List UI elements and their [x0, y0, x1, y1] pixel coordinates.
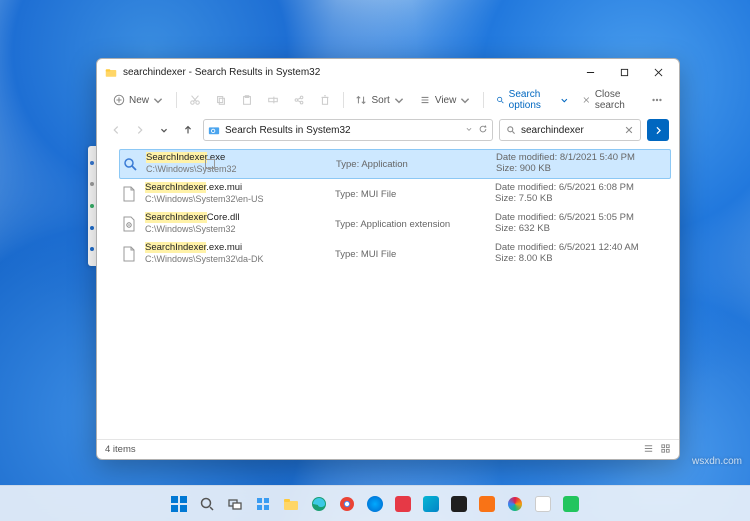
- address-bar-row: Search Results in System32 searchindexer: [97, 115, 679, 145]
- file-path: C:\Windows\System32: [145, 224, 335, 234]
- file-explorer-window: searchindexer - Search Results in System…: [96, 58, 680, 460]
- file-icon: [121, 246, 137, 262]
- chevron-down-icon: [393, 94, 405, 106]
- more-button[interactable]: [645, 89, 669, 111]
- window-title: searchindexer - Search Results in System…: [123, 67, 573, 78]
- file-type: Type: Application: [336, 159, 496, 170]
- start-button[interactable]: [168, 493, 190, 515]
- file-type: Type: MUI File: [335, 249, 495, 260]
- paste-button: [235, 89, 259, 111]
- results-pane: SearchIndexer.exeC:\Windows\System32Type…: [97, 145, 679, 439]
- back-button: [107, 121, 125, 139]
- chevron-down-icon: [152, 94, 164, 106]
- file-name: SearchIndexer.exe: [146, 153, 336, 164]
- chevron-down-icon: [459, 94, 471, 106]
- app-icon-1[interactable]: [364, 493, 386, 515]
- address-text: Search Results in System32: [225, 125, 464, 136]
- search-go-button[interactable]: [647, 119, 669, 141]
- forward-button: [131, 121, 149, 139]
- item-count: 4 items: [105, 444, 136, 455]
- result-row[interactable]: SearchIndexer.exe.muiC:\Windows\System32…: [119, 179, 671, 209]
- desktop-side-panel: [88, 146, 96, 266]
- file-size: Size: 7.50 KB: [495, 194, 634, 205]
- up-button[interactable]: [179, 121, 197, 139]
- app-icon-7[interactable]: [532, 493, 554, 515]
- close-button[interactable]: [641, 59, 675, 85]
- address-dropdown-icon[interactable]: [464, 124, 474, 137]
- file-icon: [122, 156, 138, 172]
- file-path: C:\Windows\System32\en-US: [145, 194, 335, 204]
- sort-button[interactable]: Sort: [349, 89, 410, 111]
- search-query: searchindexer: [521, 125, 619, 136]
- explorer-taskbar-icon[interactable]: [280, 493, 302, 515]
- chevron-down-icon: [560, 94, 569, 106]
- recent-locations-button[interactable]: [155, 121, 173, 139]
- result-row[interactable]: SearchIndexer.exe.muiC:\Windows\System32…: [119, 239, 671, 269]
- app-icon-2[interactable]: [392, 493, 414, 515]
- status-bar: 4 items: [97, 439, 679, 459]
- taskbar[interactable]: [0, 485, 750, 521]
- close-search-button[interactable]: Close search: [576, 89, 643, 111]
- file-path: C:\Windows\System32: [146, 164, 336, 174]
- details-view-icon[interactable]: [637, 443, 654, 457]
- rename-button: [261, 89, 285, 111]
- app-icon-6[interactable]: [504, 493, 526, 515]
- app-icon-4[interactable]: [448, 493, 470, 515]
- select-all-checkbox[interactable]: [205, 159, 215, 169]
- search-folder-icon: [208, 124, 220, 136]
- file-path: C:\Windows\System32\da-DK: [145, 254, 335, 264]
- delete-button: [313, 89, 337, 111]
- file-type: Type: Application extension: [335, 219, 495, 230]
- copy-button: [209, 89, 233, 111]
- share-button: [287, 89, 311, 111]
- file-name: SearchIndexer.exe.mui: [145, 183, 335, 194]
- clear-search-icon[interactable]: [624, 125, 634, 135]
- thumbnails-view-icon[interactable]: [654, 443, 671, 457]
- search-taskbar-icon[interactable]: [196, 493, 218, 515]
- new-button[interactable]: New: [107, 89, 170, 111]
- search-box[interactable]: searchindexer: [499, 119, 641, 141]
- folder-icon: [105, 66, 117, 78]
- chrome-icon[interactable]: [336, 493, 358, 515]
- app-icon-8[interactable]: [560, 493, 582, 515]
- maximize-button[interactable]: [607, 59, 641, 85]
- file-size: Size: 900 KB: [496, 164, 635, 175]
- cut-button: [183, 89, 207, 111]
- app-icon-3[interactable]: [420, 493, 442, 515]
- file-name: SearchIndexerCore.dll: [145, 213, 335, 224]
- view-button[interactable]: View: [413, 89, 478, 111]
- file-name: SearchIndexer.exe.mui: [145, 243, 335, 254]
- result-row[interactable]: SearchIndexerCore.dllC:\Windows\System32…: [119, 209, 671, 239]
- titlebar[interactable]: searchindexer - Search Results in System…: [97, 59, 679, 85]
- file-icon: [121, 186, 137, 202]
- minimize-button[interactable]: [573, 59, 607, 85]
- file-size: Size: 632 KB: [495, 224, 634, 235]
- address-bar[interactable]: Search Results in System32: [203, 119, 493, 141]
- search-options-button[interactable]: Search options: [490, 89, 574, 111]
- app-icon-5[interactable]: [476, 493, 498, 515]
- file-type: Type: MUI File: [335, 189, 495, 200]
- edge-icon[interactable]: [308, 493, 330, 515]
- search-icon: [506, 125, 516, 135]
- refresh-button[interactable]: [478, 124, 488, 137]
- watermark: wsxdn.com: [692, 456, 742, 467]
- file-icon: [121, 216, 137, 232]
- widgets-icon[interactable]: [252, 493, 274, 515]
- task-view-icon[interactable]: [224, 493, 246, 515]
- file-size: Size: 8.00 KB: [495, 254, 639, 265]
- toolbar: New Sort View Search options Close: [97, 85, 679, 115]
- result-row[interactable]: SearchIndexer.exeC:\Windows\System32Type…: [119, 149, 671, 179]
